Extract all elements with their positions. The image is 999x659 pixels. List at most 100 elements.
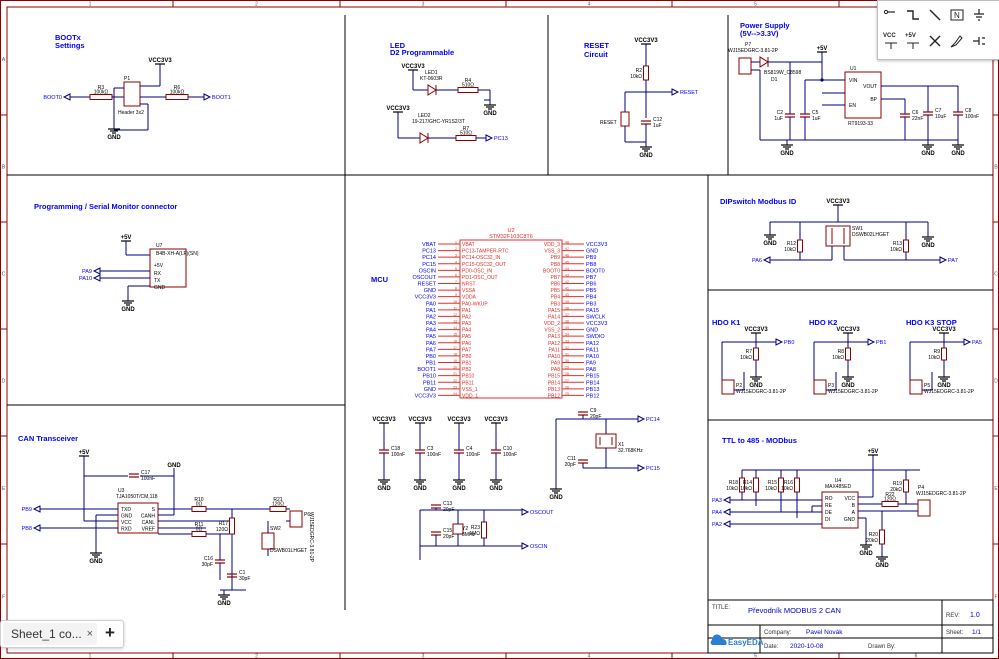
mcu-pin-number: 11 <box>453 306 457 310</box>
resistor-value: 10kΩ <box>890 247 902 253</box>
mcu-pin-number: 15 <box>453 333 457 337</box>
resistor-value: 10kΩ <box>928 355 940 361</box>
frame-row-label: D <box>2 379 6 385</box>
rs485-pin: RO <box>825 496 833 502</box>
ground-tool-icon[interactable] <box>969 5 989 25</box>
capacitor-value: 20pF <box>565 462 576 468</box>
resistor-body <box>879 529 885 545</box>
close-tab-icon[interactable]: × <box>87 623 93 645</box>
rs485-value: MAX485ED <box>825 484 852 490</box>
bus-tool-icon[interactable] <box>903 5 923 25</box>
mcu-pin-number: 40 <box>565 293 569 297</box>
mcu-net-label: PA15 <box>586 308 599 314</box>
terminal-value: WJ15EDGRC-3.81-2P <box>308 512 314 563</box>
ground-label: GND <box>875 563 889 569</box>
wire-tool-icon[interactable] <box>881 5 901 25</box>
regulator-value: RT9193-33 <box>848 121 873 127</box>
mcu-pin-name: PD0-OSC_IN <box>462 268 492 274</box>
section-title: Programming / Serial Monitor connector <box>34 202 177 211</box>
section-title: D2 Programmable <box>390 48 454 57</box>
power-label: VCC3V3 <box>744 327 768 333</box>
mcu-net-label: PB0 <box>426 354 436 360</box>
mcu-net-label: PA12 <box>586 341 599 347</box>
resistor-value: 120Ω <box>272 502 284 508</box>
dipswitch-body <box>825 225 851 247</box>
mcu-pin-name: PA5 <box>462 334 471 340</box>
vcc-tool-icon[interactable]: VCC <box>881 31 901 51</box>
terminal-body <box>917 499 931 517</box>
net-label: RESET <box>680 90 699 96</box>
mcu-pin-name: NRST <box>462 282 476 288</box>
probe-tool-icon[interactable] <box>947 31 967 51</box>
frame-column-label: 4 <box>588 654 591 659</box>
mcu-pin-name: PB8 <box>551 262 561 268</box>
net-label: BOOT1 <box>212 95 231 101</box>
sheet-tab-bar: Sheet_1 co... × + <box>0 620 124 648</box>
connector-pin: +5V <box>154 263 164 269</box>
ground-label: GND <box>121 307 135 313</box>
mcu-pin-name: PB4 <box>551 295 561 301</box>
net-label-icon[interactable]: N <box>947 5 967 25</box>
net-flag <box>92 274 101 282</box>
net-label: PA7 <box>948 258 958 264</box>
frame-column-label: 5 <box>754 654 757 659</box>
mcu-net-label: VBAT <box>422 242 437 248</box>
mcu-pin-name: BOOT0 <box>543 268 560 274</box>
ground-label: GND <box>452 486 466 492</box>
mcu-net-label: PA7 <box>426 347 436 353</box>
date-label: Date: <box>764 644 779 650</box>
bus-entry-icon[interactable] <box>925 5 945 25</box>
mcu-pin-number: 43 <box>565 273 569 277</box>
mcu-net-label: PB13 <box>586 387 599 393</box>
svg-text:N: N <box>954 11 960 20</box>
mcu-pin-name: PB3 <box>551 301 561 307</box>
plus5v-tool-icon[interactable]: +5V <box>903 31 923 51</box>
mcu-pin-name: PA3 <box>462 321 471 327</box>
mcu-pin-number: 47 <box>565 247 569 251</box>
frame-column-label: 5 <box>754 2 757 8</box>
frame-row-label: C <box>2 272 6 278</box>
mcu-pin-name: PB0 <box>462 354 472 360</box>
schematic-canvas[interactable]: 112233445566AABBCCDDEEFFBOOTxSettingsLED… <box>0 0 999 659</box>
resistor-value: 510Ω <box>462 83 474 89</box>
mcu-net-label: PB4 <box>586 295 596 301</box>
terminal-body <box>721 379 735 395</box>
connector-designator: U7 <box>156 243 163 249</box>
mcu-net-label: RESET <box>418 282 437 288</box>
ground-label: GND <box>763 241 777 247</box>
mcu-pin-number: 32 <box>565 346 569 350</box>
mcu-pin-name: PA15 <box>548 308 560 314</box>
sheet-tab[interactable]: Sheet_1 co... × <box>3 623 97 645</box>
mcu-pin-number: 9 <box>455 293 457 297</box>
easyeda-logo-text: EasyEDA <box>728 638 764 647</box>
schematic-title: Převodník MODBUS 2 CAN <box>748 606 841 615</box>
can-transceiver-pin: RXD <box>121 527 132 533</box>
power-label: +5V <box>121 235 132 241</box>
ground-label: GND <box>89 559 103 565</box>
net-port-icon[interactable] <box>969 31 989 51</box>
mcu-pin-number: 8 <box>455 287 457 291</box>
resistor-value: 10kΩ <box>740 486 752 492</box>
mcu-pin-number: 10 <box>453 300 457 304</box>
frame-column-label: 2 <box>255 654 258 659</box>
net-label: PA5 <box>972 340 982 346</box>
mcu-pin-number: 39 <box>565 300 569 304</box>
section-title: MCU <box>371 275 388 284</box>
mcu-net-label: PB6 <box>586 282 596 288</box>
resistor-value: 100kΩ <box>170 90 185 96</box>
mcu-pin-number: 30 <box>565 359 569 363</box>
net-flag <box>722 508 731 516</box>
sheet-value: 1/1 <box>972 629 981 636</box>
mcu-pin-name: VSSA <box>462 288 476 294</box>
add-sheet-button[interactable]: + <box>99 623 121 645</box>
mcu-pin-name: PA10 <box>548 354 560 360</box>
no-connect-icon[interactable] <box>925 31 945 51</box>
mcu-pin-name: PA13 <box>548 334 560 340</box>
net-flag <box>671 88 680 96</box>
ground-label: GND <box>167 463 181 469</box>
mcu-pin-number: 44 <box>565 267 569 271</box>
capacitor-value: 22nF <box>912 116 923 122</box>
diode-designator: D1 <box>771 77 778 83</box>
net-flag <box>32 524 41 532</box>
resistor-value: 10kΩ <box>784 247 796 253</box>
